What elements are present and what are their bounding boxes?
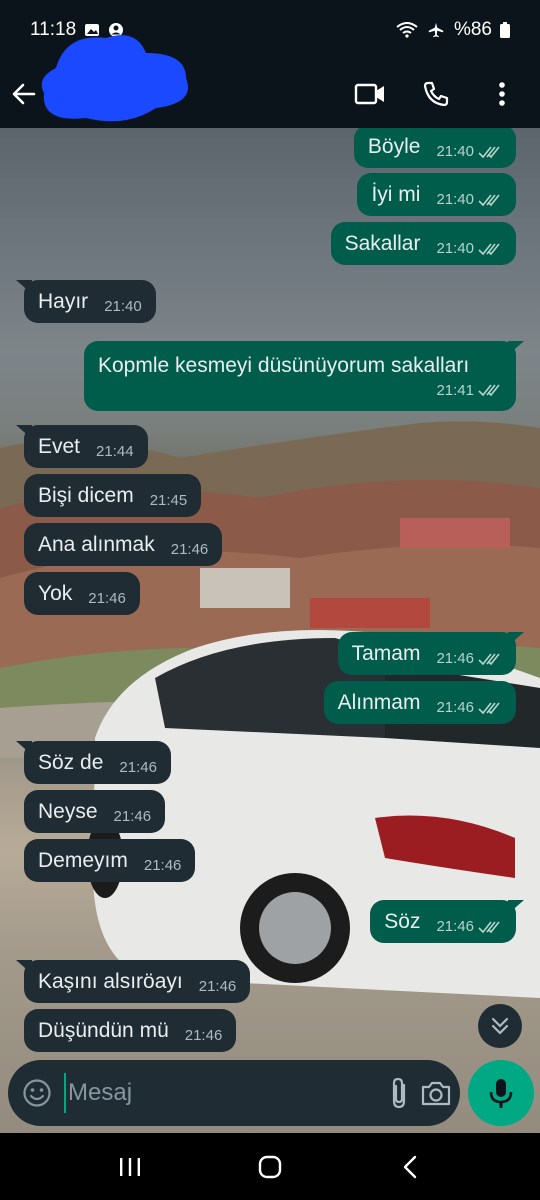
video-call-button[interactable] [350,74,390,114]
camera-icon [421,1081,451,1106]
message-time: 21:46 [119,759,157,776]
message-bubble-incoming[interactable]: Bişi dicem 21:45 [24,474,202,517]
message-composer [8,1060,460,1126]
video-call-icon [354,83,384,105]
message-time: 21:40 [436,240,474,257]
emoji-button[interactable] [22,1076,52,1110]
message-time: 21:46 [184,1027,223,1044]
message-bubble-outgoing[interactable]: Tamam 21:46 [337,632,524,675]
attach-button[interactable] [388,1073,410,1113]
battery-icon [500,22,510,38]
voice-message-button[interactable] [468,1060,534,1126]
home-button[interactable] [250,1147,290,1187]
message-text: Söz [384,909,421,933]
bubble-tail [508,341,524,355]
system-navigation-bar [0,1133,540,1200]
message-bubble-outgoing[interactable]: İyi mi 21:40 [357,173,516,216]
message-time: 21:40 [104,298,142,315]
message-text: Kaşını alsıröayı [38,969,183,993]
message-text: Bişi dicem [38,483,134,507]
double-check-icon [478,243,500,255]
message-bubble-outgoing[interactable]: Söz 21:46 [370,900,524,943]
message-bubble-outgoing[interactable]: Böyle 21:40 [353,128,516,168]
message-bubble-incoming[interactable]: Yok 21:46 [24,572,140,615]
redaction-scribble [41,35,188,122]
message-bubble-incoming[interactable]: Hayır 21:40 [16,280,156,323]
message-bubble-incoming[interactable]: Demeyım 21:46 [24,839,196,882]
double-check-icon [478,653,500,665]
message-text: Alınmam [337,690,421,714]
message-text: Ana alınmak [38,532,155,556]
message-time: 21:46 [198,978,237,995]
voice-call-button[interactable] [416,74,456,114]
message-bubble-outgoing[interactable]: Sakallar 21:40 [330,222,516,265]
message-time: 21:40 [436,191,474,208]
message-input[interactable] [64,1073,378,1113]
double-check-icon [478,384,500,397]
double-chevron-down-icon [491,1017,509,1035]
message-time: 21:46 [436,699,474,716]
message-time: 21:46 [143,857,182,874]
message-time: 21:41 [436,381,474,399]
emoji-icon [23,1079,51,1107]
message-time: 21:46 [170,541,209,558]
message-bubble-outgoing[interactable]: Kopmle kesmeyi düsünüyorum sakalları 21:… [84,341,524,411]
message-bubble-incoming[interactable]: Neyse 21:46 [24,790,166,833]
voice-call-icon [423,81,449,107]
recent-apps-icon [120,1157,140,1176]
message-time: 21:44 [96,443,134,460]
bubble-tail [16,741,32,755]
message-text: Kopmle kesmeyi düsünüyorum sakalları [98,353,470,377]
back-arrow-icon [12,83,36,105]
message-time: 21:40 [436,143,474,160]
more-vertical-icon [499,82,505,106]
battery-percent: %86 [453,19,492,40]
paperclip-icon [392,1077,406,1109]
message-text: Demeyım [38,848,128,872]
double-check-icon [478,194,500,206]
message-text: Neyse [38,799,98,823]
double-check-icon [478,921,500,933]
message-time: 21:45 [149,492,188,509]
microphone-icon [489,1079,513,1108]
chat-area[interactable]: Böyle 21:40 İyi mi 21:40 Sakallar 21:40 … [0,128,540,1133]
airplane-mode-icon [428,22,444,38]
message-bubble-incoming[interactable]: Evet 21:44 [16,425,148,468]
message-text: Böyle [367,134,421,158]
bubble-tail [508,900,524,914]
home-icon [258,1155,282,1178]
scroll-to-bottom-button[interactable] [478,1004,522,1048]
message-time: 21:46 [436,918,474,935]
message-bubble-outgoing[interactable]: Alınmam 21:46 [323,681,516,724]
message-bubble-incoming[interactable]: Ana alınmak 21:46 [24,523,223,566]
bubble-tail [508,632,524,646]
message-time: 21:46 [113,808,152,825]
message-text: Tamam [351,641,421,665]
message-text: Yok [38,581,73,605]
message-time: 21:46 [436,650,474,667]
message-text: İyi mi [371,182,421,206]
bubble-tail [16,280,32,294]
system-back-icon [403,1155,417,1178]
message-text: Düşündün mü [38,1018,169,1042]
double-check-icon [478,146,500,158]
bubble-tail [16,425,32,439]
message-time: 21:46 [88,590,126,607]
bubble-tail [16,960,32,974]
camera-button[interactable] [420,1073,452,1113]
message-text: Söz de [38,750,104,774]
more-options-button[interactable] [482,74,522,114]
message-text: Hayır [38,289,89,313]
message-text: Sakallar [344,231,421,255]
message-bubble-incoming[interactable]: Düşündün mü 21:46 [24,1009,237,1052]
message-bubble-incoming[interactable]: Kaşını alsıröayı 21:46 [16,960,251,1003]
system-back-button[interactable] [390,1147,430,1187]
message-text: Evet [38,434,81,458]
message-bubble-incoming[interactable]: Söz de 21:46 [16,741,171,784]
wifi-icon [396,22,418,38]
recent-apps-button[interactable] [110,1147,150,1187]
double-check-icon [478,702,500,714]
